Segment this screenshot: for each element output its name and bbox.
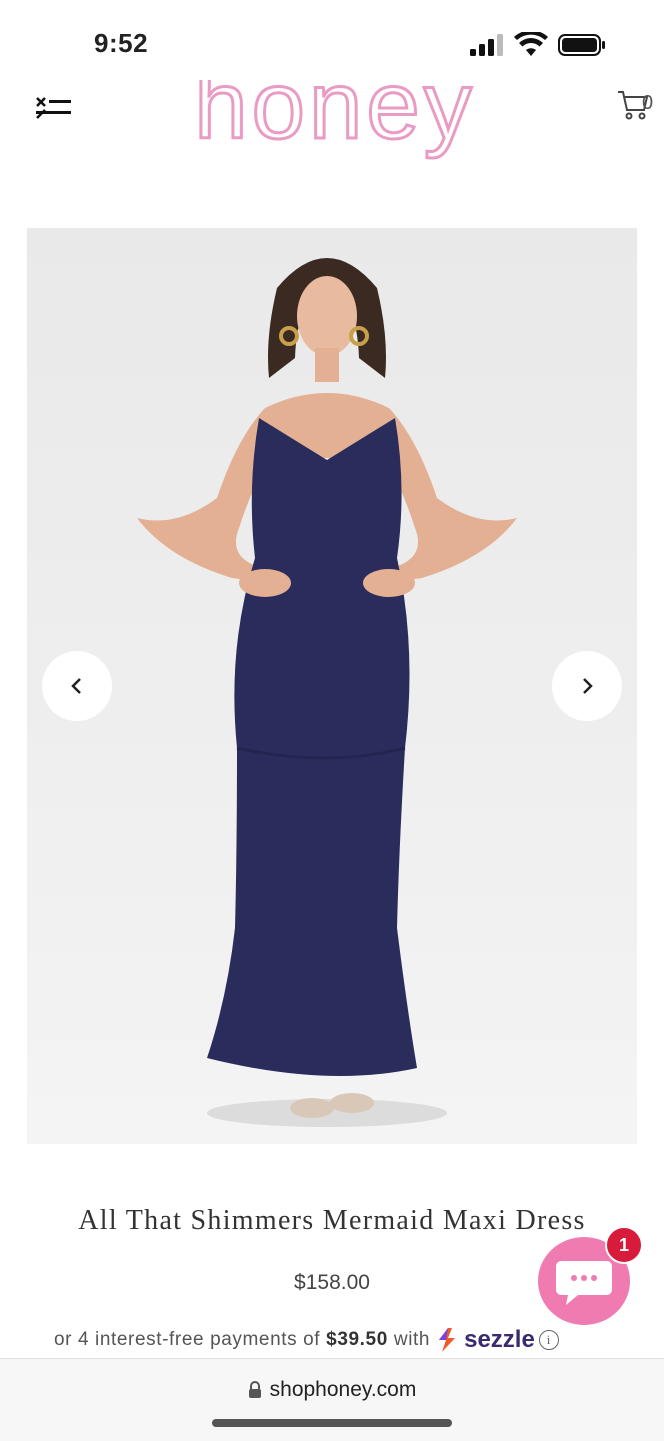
next-image-button[interactable] <box>552 651 622 721</box>
wifi-icon <box>514 32 548 56</box>
installment-prefix: or 4 interest-free payments of <box>54 1329 321 1350</box>
brand-logo[interactable]: honey <box>180 80 490 170</box>
product-image[interactable] <box>27 228 637 1144</box>
logo-text: honey <box>194 80 476 159</box>
info-icon[interactable]: i <box>538 1330 559 1350</box>
cart-count: 0 <box>642 92 654 114</box>
status-time: 9:52 <box>94 28 149 58</box>
product-title: All That Shimmers Mermaid Maxi Dress <box>78 1205 586 1236</box>
sezzle-logo-text: sezzle <box>464 1326 535 1353</box>
chevron-right-icon <box>583 678 593 694</box>
url-text: shophoney.com <box>269 1378 417 1401</box>
installment-info: or 4 interest-free payments of $39.50 wi… <box>54 1326 559 1354</box>
previous-image-button[interactable] <box>42 651 112 721</box>
lock-icon <box>248 1381 261 1398</box>
cellular-signal-icon <box>470 34 503 56</box>
home-indicator[interactable] <box>212 1419 452 1427</box>
chevron-left-icon <box>71 678 81 694</box>
installment-amount: $39.50 <box>326 1329 388 1350</box>
battery-icon <box>558 34 605 56</box>
sezzle-logo-icon <box>439 1328 456 1352</box>
model-in-dress-image <box>137 258 517 1127</box>
installment-suffix: with <box>393 1329 431 1350</box>
menu-icon[interactable] <box>34 96 74 120</box>
chat-notification-badge: 1 <box>605 1226 643 1264</box>
url-display[interactable]: shophoney.com <box>0 1378 664 1402</box>
